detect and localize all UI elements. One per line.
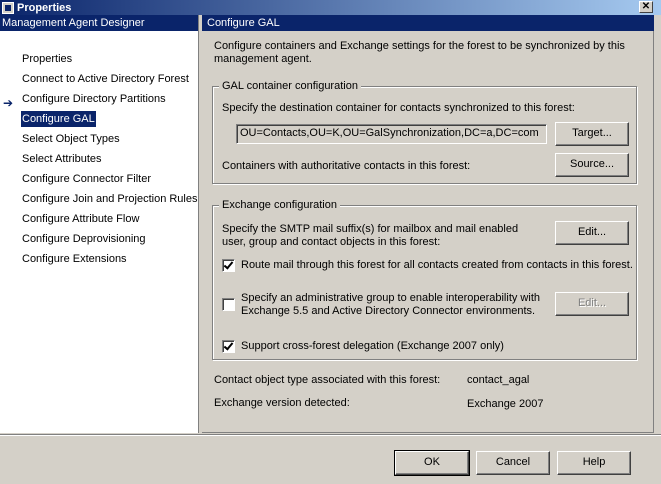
smtp-edit-button[interactable]: Edit... <box>555 221 629 245</box>
window-title: Properties <box>17 1 72 14</box>
nav-item-extensions[interactable]: Configure Extensions <box>21 251 128 267</box>
smtp-suffix-label: Specify the SMTP mail suffix(s) for mail… <box>222 223 519 248</box>
exchange-version-label: Exchange version detected: <box>214 397 350 409</box>
nav-item-deprovisioning[interactable]: Configure Deprovisioning <box>21 231 147 247</box>
admin-group-label: Specify an administrative group to enabl… <box>241 292 540 317</box>
nav-item-attribute-flow[interactable]: Configure Attribute Flow <box>21 211 140 227</box>
close-icon: ✕ <box>641 1 651 12</box>
intro-text: Configure containers and Exchange settin… <box>214 40 625 65</box>
gal-container-group: GAL container configuration Specify the … <box>212 80 637 184</box>
footer-separator <box>0 434 661 436</box>
nav-pane: Management Agent Designer ➔ Properties C… <box>0 15 199 433</box>
nav-item-connect-forest[interactable]: Connect to Active Directory Forest <box>21 71 190 87</box>
content-pane: Configure containers and Exchange settin… <box>202 31 654 433</box>
exchange-group-legend: Exchange configuration <box>219 199 340 211</box>
nav-header: Management Agent Designer <box>0 15 198 31</box>
content-header: Configure GAL <box>202 15 654 31</box>
destination-container-field[interactable]: OU=Contacts,OU=K,OU=GalSynchronization,D… <box>236 124 547 144</box>
cross-forest-label: Support cross-forest delegation (Exchang… <box>241 340 504 352</box>
authoritative-containers-label: Containers with authoritative contacts i… <box>222 160 471 172</box>
target-button[interactable]: Target... <box>555 122 629 146</box>
nav-item-connector-filter[interactable]: Configure Connector Filter <box>21 171 152 187</box>
exchange-version-value: Exchange 2007 <box>467 398 544 410</box>
admin-group-edit-button[interactable]: Edit... <box>555 292 629 316</box>
help-button[interactable]: Help <box>557 451 631 475</box>
nav-item-properties[interactable]: Properties <box>21 51 73 67</box>
nav-item-attributes[interactable]: Select Attributes <box>21 151 103 167</box>
admin-group-checkbox[interactable] <box>222 298 235 311</box>
contact-type-label: Contact object type associated with this… <box>214 374 441 386</box>
route-mail-label: Route mail through this forest for all c… <box>241 259 633 271</box>
source-button[interactable]: Source... <box>555 153 629 177</box>
nav-item-directory-partitions[interactable]: Configure Directory Partitions <box>21 91 167 107</box>
cancel-button[interactable]: Cancel <box>476 451 550 475</box>
window-icon <box>2 1 14 14</box>
destination-container-label: Specify the destination container for co… <box>222 102 575 114</box>
nav-item-object-types[interactable]: Select Object Types <box>21 131 121 147</box>
cross-forest-checkbox[interactable] <box>222 340 235 353</box>
route-mail-checkbox[interactable] <box>222 259 235 272</box>
nav-item-join-projection[interactable]: Configure Join and Projection Rules <box>21 191 199 207</box>
ok-button[interactable]: OK <box>394 450 470 476</box>
gal-group-legend: GAL container configuration <box>219 80 361 92</box>
current-step-arrow-icon: ➔ <box>3 96 14 110</box>
contact-type-value: contact_agal <box>467 374 530 386</box>
close-button[interactable]: ✕ <box>639 1 653 13</box>
nav-item-configure-gal[interactable]: Configure GAL <box>21 111 96 127</box>
title-bar: Properties ✕ <box>0 0 661 15</box>
exchange-config-group: Exchange configuration Specify the SMTP … <box>212 199 637 360</box>
